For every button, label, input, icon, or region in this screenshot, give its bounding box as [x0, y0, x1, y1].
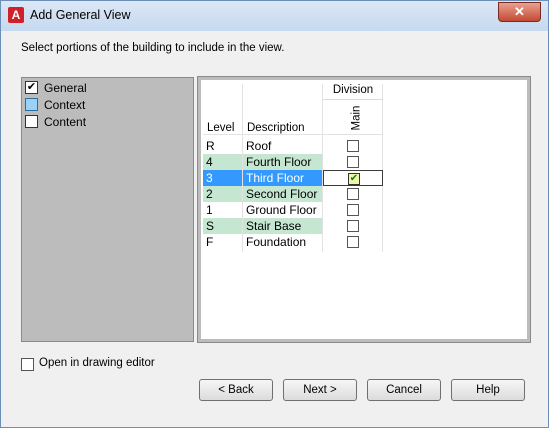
table-row[interactable]: 2 Second Floor [203, 186, 383, 202]
table-row[interactable]: F Foundation [203, 234, 383, 250]
level-column-header[interactable]: Level [207, 122, 235, 134]
main-cell [323, 186, 383, 202]
dialog-window: A Add General View ✕ Select portions of … [0, 0, 549, 428]
list-item-general[interactable]: ✔ General [24, 79, 192, 96]
checkbox-content[interactable] [25, 115, 38, 128]
main-checkbox[interactable] [347, 188, 359, 200]
main-cell [323, 218, 383, 234]
description-cell: Roof [246, 139, 272, 153]
table-row[interactable]: 4 Fourth Floor [203, 154, 383, 170]
header-divider [203, 134, 383, 135]
list-item-label: Context [44, 98, 86, 112]
instruction-text: Select portions of the building to inclu… [21, 42, 285, 54]
level-cell: 4 [203, 154, 242, 170]
description-cell: Fourth Floor [243, 154, 322, 170]
dialog-content: Select portions of the building to inclu… [9, 31, 540, 421]
table-row[interactable]: S Stair Base [203, 218, 383, 234]
main-checkbox[interactable] [347, 140, 359, 152]
main-checkbox[interactable] [347, 236, 359, 248]
description-cell: Third Floor [243, 170, 322, 186]
close-button[interactable]: ✕ [498, 2, 541, 22]
list-item-context[interactable]: Context [24, 96, 192, 113]
description-cell: Foundation [246, 235, 307, 249]
main-cell [323, 202, 383, 218]
division-header: Division [323, 84, 383, 100]
table-row[interactable]: 1 Ground Floor [203, 202, 383, 218]
checkbox-general[interactable]: ✔ [25, 81, 38, 94]
list-item-label: General [44, 81, 87, 95]
open-in-editor-checkbox[interactable] [21, 358, 34, 371]
main-column-header[interactable]: Main [350, 106, 362, 131]
table-row[interactable]: 3 Third Floor ✔ [203, 170, 383, 186]
autocad-icon: A [8, 7, 24, 23]
list-item-content[interactable]: Content [24, 113, 192, 130]
main-checkbox[interactable] [347, 220, 359, 232]
level-cell: 2 [203, 186, 242, 202]
main-cell [323, 234, 383, 250]
next-button[interactable]: Next > [283, 379, 357, 401]
main-cell [323, 138, 383, 154]
main-checkbox[interactable]: ✔ [348, 173, 360, 185]
main-checkbox[interactable] [347, 156, 359, 168]
level-cell: R [206, 139, 215, 153]
level-cell: S [203, 218, 242, 234]
main-cell [323, 154, 383, 170]
open-in-editor-label: Open in drawing editor [39, 357, 155, 369]
portion-list: ✔ General Context Content [21, 77, 194, 342]
main-checkbox[interactable] [347, 204, 359, 216]
table-row[interactable]: R Roof [203, 138, 383, 154]
description-cell: Stair Base [243, 218, 322, 234]
level-cell: 1 [206, 203, 213, 217]
description-cell: Ground Floor [246, 203, 317, 217]
description-cell: Second Floor [243, 186, 322, 202]
list-item-label: Content [44, 115, 87, 129]
main-cell: ✔ [323, 170, 383, 186]
cancel-button[interactable]: Cancel [367, 379, 441, 401]
level-cell: F [206, 235, 214, 249]
back-button[interactable]: < Back [199, 379, 273, 401]
help-button[interactable]: Help [451, 379, 525, 401]
description-column-header[interactable]: Description [247, 122, 305, 134]
window-title: Add General View [30, 8, 131, 22]
level-cell: 3 [203, 170, 242, 186]
checkbox-context[interactable] [25, 98, 38, 111]
title-bar[interactable]: A Add General View ✕ [1, 1, 548, 31]
level-division-grid: Division Level Description Main R Roof 4… [197, 76, 531, 343]
